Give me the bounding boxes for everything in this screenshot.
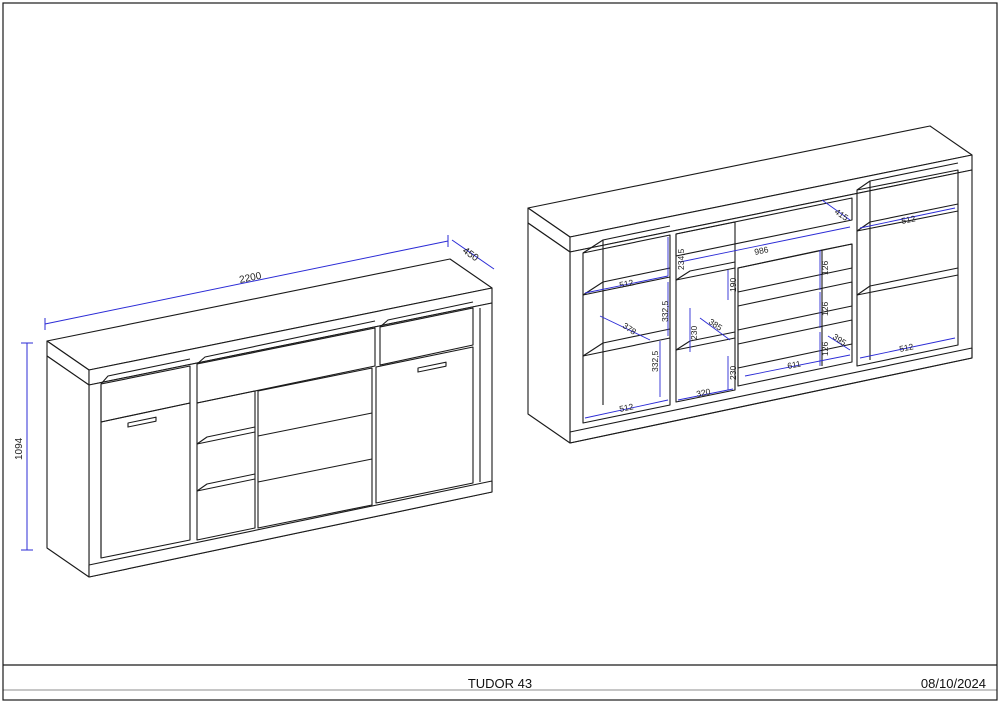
front-isometric-view xyxy=(46,258,493,578)
dim-drawer-height-2: 126 xyxy=(820,302,830,316)
dim-overall-height: 1094 xyxy=(14,437,25,460)
dim-left-gap-2: 332,5 xyxy=(650,350,660,372)
drawing-date: 08/10/2024 xyxy=(920,676,986,691)
dim-overall-width: 2200 xyxy=(238,271,262,286)
drawing-title: TUDOR 43 xyxy=(467,676,533,691)
dim-mid-gap-2: 230 xyxy=(728,366,738,380)
dim-drawer-height-3: 126 xyxy=(820,342,830,356)
dim-left-gap-top: 234,5 xyxy=(676,248,686,270)
dim-mid-gap-top: 190 xyxy=(728,278,738,292)
interior-isometric-view xyxy=(527,125,973,444)
dim-mid-gap-1: 230 xyxy=(689,326,699,340)
dim-drawer-height-1: 126 xyxy=(820,261,830,275)
dim-left-gap-1: 332,5 xyxy=(660,300,670,322)
technical-drawing-sheet: 2200 450 1094 986 415 512 512 234,5 332,… xyxy=(2,2,998,701)
